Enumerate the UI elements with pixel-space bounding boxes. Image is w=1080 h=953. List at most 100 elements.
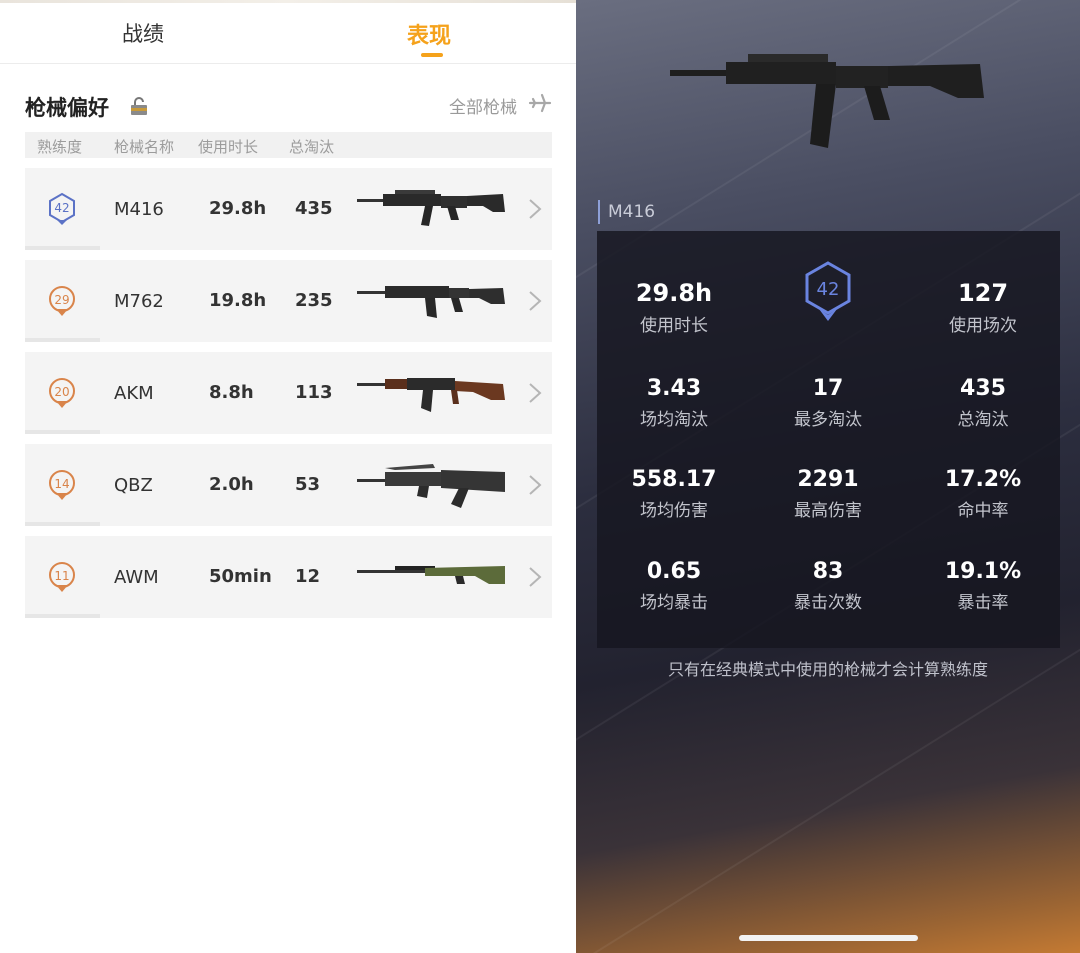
mastery-badge-icon: 29 bbox=[49, 286, 75, 316]
mastery-level: 14 bbox=[54, 477, 69, 491]
weapon-row[interactable]: 14 QBZ 2.0h 53 bbox=[25, 444, 552, 526]
usage-time: 2.0h bbox=[209, 474, 254, 495]
mastery-level: 20 bbox=[54, 385, 69, 399]
mastery-badge-icon: 42 bbox=[49, 192, 75, 225]
stat-headshot-count: 83 暴击次数 bbox=[751, 559, 905, 613]
chevron-right-icon bbox=[529, 291, 542, 311]
stat-avg-headshots: 0.65 场均暴击 bbox=[597, 559, 751, 613]
stat-label: 暴击次数 bbox=[794, 593, 862, 613]
row-shade bbox=[25, 246, 100, 250]
stat-value: 3.43 bbox=[646, 376, 702, 401]
weapon-row[interactable]: 42 M416 29.8h 435 bbox=[25, 168, 552, 250]
stat-value: 127 bbox=[957, 279, 1009, 307]
total-kills: 435 bbox=[295, 198, 333, 219]
mastery-badge-icon: 14 bbox=[49, 470, 75, 500]
weapon-detail-panel: M416 29.8h 使用时长 42 127 使用场次 3.43 场均淘汰 17 bbox=[576, 0, 1080, 953]
stat-most-kills: 17 最多淘汰 bbox=[751, 376, 905, 430]
weapon-row[interactable]: 29 M762 19.8h 235 bbox=[25, 260, 552, 342]
qbz-icon bbox=[357, 464, 505, 508]
usage-time: 50min bbox=[209, 566, 272, 587]
row-shade bbox=[25, 522, 100, 526]
screen: 战绩 表现 枪械偏好 全部枪械 熟练度 枪械名称 使用时长 总淘汰 42 M41… bbox=[0, 0, 1080, 953]
weapon-name: M416 bbox=[114, 199, 164, 220]
weapon-list-panel: 战绩 表现 枪械偏好 全部枪械 熟练度 枪械名称 使用时长 总淘汰 42 M41… bbox=[0, 0, 576, 953]
detail-mastery-level: 42 bbox=[817, 279, 840, 300]
weapon-row[interactable]: 20 AKM 8.8h 113 bbox=[25, 352, 552, 434]
stat-label: 使用场次 bbox=[949, 316, 1017, 336]
home-indicator[interactable] bbox=[739, 935, 918, 941]
weapon-row[interactable]: 11 AWM 50min 12 bbox=[25, 536, 552, 618]
detail-gun-name: M416 bbox=[598, 200, 655, 224]
stat-max-damage: 2291 最高伤害 bbox=[751, 467, 905, 521]
stat-value: 83 bbox=[812, 559, 844, 584]
akm-icon bbox=[357, 378, 505, 412]
stat-avg-damage: 558.17 场均伤害 bbox=[597, 467, 751, 521]
row-shade bbox=[25, 338, 100, 342]
plane-icon[interactable] bbox=[528, 91, 552, 115]
weapon-name: QBZ bbox=[114, 475, 153, 496]
stat-label: 最多淘汰 bbox=[794, 410, 862, 430]
mastery-badge-icon: 20 bbox=[49, 378, 75, 408]
tab-performance[interactable]: 表现 bbox=[407, 18, 451, 50]
stat-value: 17.2% bbox=[944, 467, 1022, 492]
total-kills: 113 bbox=[295, 382, 333, 403]
stat-hit-rate: 17.2% 命中率 bbox=[906, 467, 1060, 521]
stat-value: 558.17 bbox=[631, 467, 717, 492]
all-weapons-link[interactable]: 全部枪械 bbox=[449, 93, 517, 118]
chevron-right-icon bbox=[529, 383, 542, 403]
stat-value: 2291 bbox=[797, 467, 859, 492]
stat-label: 场均淘汰 bbox=[640, 410, 708, 430]
row-shade bbox=[25, 430, 100, 434]
column-header: 熟练度 枪械名称 使用时长 总淘汰 bbox=[25, 132, 552, 158]
stat-avg-kills: 3.43 场均淘汰 bbox=[597, 376, 751, 430]
mastery-note: 只有在经典模式中使用的枪械才会计算熟练度 bbox=[667, 660, 988, 679]
tab-bar: 战绩 表现 bbox=[0, 0, 576, 64]
mastery-badge-icon: 11 bbox=[49, 562, 75, 592]
stat-usage-time: 29.8h 使用时长 bbox=[597, 279, 751, 336]
stat-label: 总淘汰 bbox=[957, 410, 1009, 430]
mastery-badge-icon: 42 bbox=[805, 261, 851, 321]
total-kills: 12 bbox=[295, 566, 321, 587]
stat-label: 场均暴击 bbox=[640, 593, 708, 613]
col-total-kills: 总淘汰 bbox=[289, 138, 335, 156]
awm-icon bbox=[357, 566, 505, 584]
active-tab-indicator bbox=[421, 53, 443, 57]
m416-icon bbox=[357, 190, 505, 226]
stat-label: 命中率 bbox=[957, 501, 1009, 521]
stat-matches: 127 使用场次 bbox=[906, 279, 1060, 336]
col-weapon-name: 枪械名称 bbox=[114, 138, 175, 156]
chevron-right-icon bbox=[529, 567, 542, 587]
stat-headshot-rate: 19.1% 暴击率 bbox=[906, 559, 1060, 613]
col-usage-time: 使用时长 bbox=[198, 138, 259, 156]
stat-value: 0.65 bbox=[646, 559, 702, 584]
chevron-right-icon bbox=[529, 475, 542, 495]
chevron-right-icon bbox=[529, 199, 542, 219]
weapon-name: AWM bbox=[114, 567, 159, 588]
m416-rifle-icon bbox=[670, 54, 984, 148]
stats-panel: 29.8h 使用时长 42 127 使用场次 3.43 场均淘汰 17 最多淘汰 bbox=[597, 231, 1060, 648]
tab-record[interactable]: 战绩 bbox=[122, 18, 164, 48]
mastery-level: 11 bbox=[54, 569, 69, 583]
total-kills: 235 bbox=[295, 290, 333, 311]
stat-value: 29.8h bbox=[635, 279, 713, 307]
usage-time: 19.8h bbox=[209, 290, 267, 311]
row-shade bbox=[25, 614, 100, 618]
stat-label: 暴击率 bbox=[957, 593, 1009, 613]
stat-total-kills: 435 总淘汰 bbox=[906, 376, 1060, 430]
weapon-name: AKM bbox=[114, 383, 154, 404]
usage-time: 29.8h bbox=[209, 198, 267, 219]
section-title: 枪械偏好 bbox=[25, 96, 109, 120]
stat-label: 最高伤害 bbox=[794, 501, 862, 521]
m762-icon bbox=[357, 286, 505, 318]
col-mastery: 熟练度 bbox=[37, 138, 83, 156]
stat-value: 435 bbox=[960, 376, 1006, 401]
stat-label: 使用时长 bbox=[640, 316, 708, 336]
total-kills: 53 bbox=[295, 474, 321, 495]
stat-value: 17 bbox=[812, 376, 844, 401]
mastery-level: 42 bbox=[54, 201, 69, 215]
mastery-level: 29 bbox=[54, 293, 69, 307]
stat-value: 19.1% bbox=[944, 559, 1022, 584]
lock-icon[interactable] bbox=[130, 96, 148, 116]
usage-time: 8.8h bbox=[209, 382, 254, 403]
stat-label: 场均伤害 bbox=[640, 501, 708, 521]
